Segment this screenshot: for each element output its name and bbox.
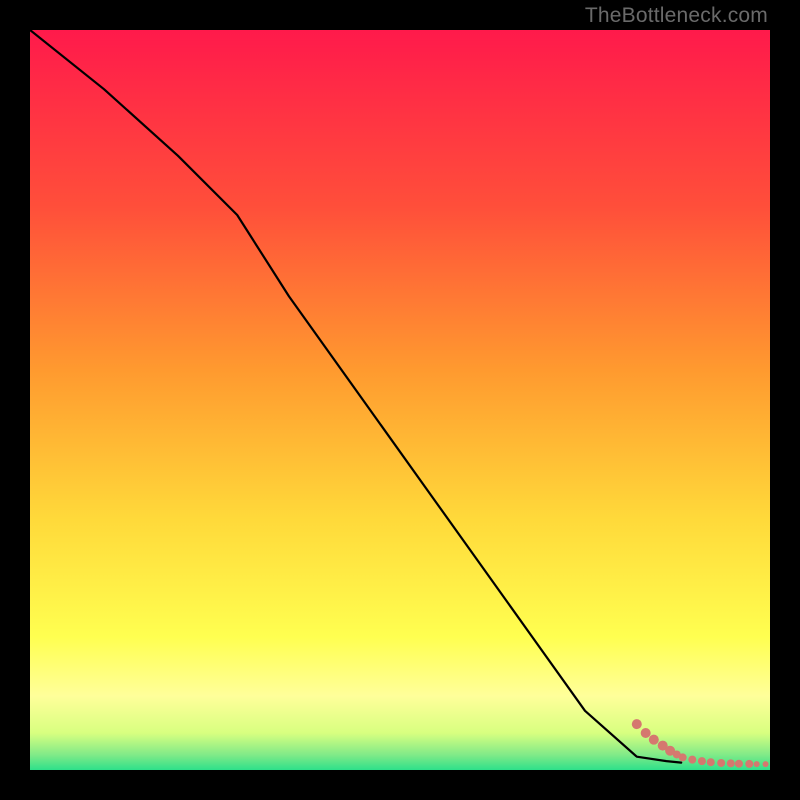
chart-frame: TheBottleneck.com — [0, 0, 800, 800]
dot — [735, 760, 743, 768]
gradient-background — [30, 30, 770, 770]
dot — [641, 728, 651, 738]
dot — [679, 753, 687, 761]
chart-plot — [30, 30, 770, 770]
dot — [727, 759, 735, 767]
dot — [763, 761, 769, 767]
dot — [698, 757, 706, 765]
dot — [649, 735, 659, 745]
dot — [707, 758, 715, 766]
dot — [717, 759, 725, 767]
dot — [745, 760, 753, 768]
dot — [688, 756, 696, 764]
watermark-text: TheBottleneck.com — [585, 4, 768, 28]
dot — [632, 719, 642, 729]
dot — [754, 761, 760, 767]
